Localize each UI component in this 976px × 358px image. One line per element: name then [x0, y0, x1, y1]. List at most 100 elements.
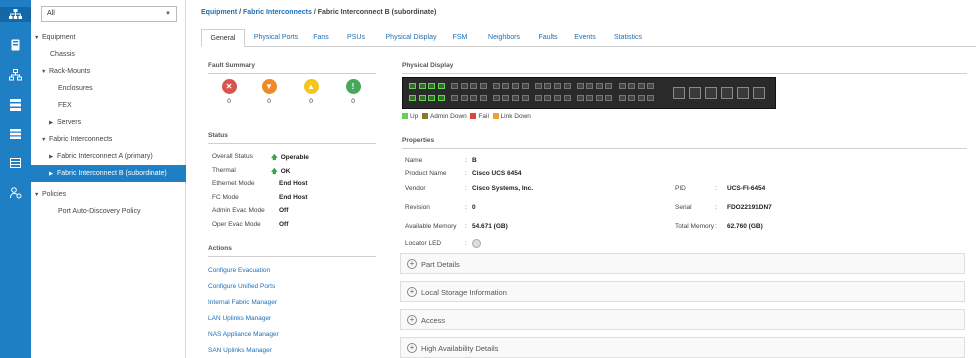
switch-port-up[interactable]	[437, 83, 445, 89]
tab-neighbors[interactable]: Neighbors	[485, 29, 523, 47]
tree-node-port-auto-discovery-policy[interactable]: Port Auto-Discovery Policy	[58, 203, 140, 220]
tree-node-enclosures[interactable]: Enclosures	[58, 80, 93, 97]
switch-uplink-port[interactable]	[753, 87, 765, 99]
tree-node-fabric-interconnects[interactable]: ▼ Fabric Interconnects	[41, 131, 112, 148]
switch-port[interactable]	[450, 95, 458, 101]
fault-major[interactable]: ▼ 0	[259, 79, 279, 105]
expand-arrow-icon[interactable]: ▼	[34, 187, 42, 204]
switch-port[interactable]	[553, 95, 561, 101]
switch-port[interactable]	[553, 83, 561, 89]
accordion-high-availability-details[interactable]: + High Availability Details	[400, 337, 965, 358]
storage-icon[interactable]	[8, 97, 23, 112]
nav-filter-select[interactable]: All ▼	[41, 6, 177, 22]
switch-port[interactable]	[576, 83, 584, 89]
expand-arrow-icon[interactable]: ▶	[49, 149, 57, 166]
expand-arrow-icon[interactable]: ▼	[41, 64, 49, 81]
switch-port[interactable]	[450, 83, 458, 89]
switch-port[interactable]	[618, 95, 626, 101]
switch-uplink-port[interactable]	[705, 87, 717, 99]
tree-node-equipment[interactable]: ▼ Equipment	[34, 29, 75, 46]
switch-port[interactable]	[647, 95, 655, 101]
switch-port[interactable]	[470, 83, 478, 89]
breadcrumb-fabric-interconnects[interactable]: Fabric Interconnects	[243, 9, 312, 16]
switch-port[interactable]	[479, 95, 487, 101]
table-icon[interactable]	[8, 155, 23, 170]
action-configure-evacuation[interactable]: Configure Evacuation	[208, 267, 270, 274]
action-lan-uplinks-manager[interactable]: LAN Uplinks Manager	[208, 315, 271, 322]
switch-port[interactable]	[470, 95, 478, 101]
fault-minor[interactable]: ▲ 0	[301, 79, 321, 105]
switch-port[interactable]	[544, 95, 552, 101]
switch-port[interactable]	[460, 83, 468, 89]
switch-port[interactable]	[492, 83, 500, 89]
tab-fsm[interactable]: FSM	[450, 29, 470, 47]
switch-port[interactable]	[544, 83, 552, 89]
switch-port-up[interactable]	[418, 95, 426, 101]
tree-node-chassis[interactable]: Chassis	[50, 46, 75, 63]
switch-port[interactable]	[512, 83, 519, 89]
switch-port[interactable]	[628, 95, 636, 101]
switch-uplink-port[interactable]	[689, 87, 701, 99]
switch-uplink-port[interactable]	[673, 87, 685, 99]
expand-arrow-icon[interactable]: ▶	[49, 166, 57, 183]
switch-port[interactable]	[628, 83, 636, 89]
switch-port-up[interactable]	[409, 83, 416, 89]
switch-port-up[interactable]	[437, 95, 445, 101]
switch-port[interactable]	[637, 83, 645, 89]
tab-physical-display[interactable]: Physical Display	[384, 29, 438, 47]
switch-port[interactable]	[502, 83, 510, 89]
switch-port[interactable]	[563, 83, 571, 89]
expand-arrow-icon[interactable]: ▼	[41, 132, 49, 149]
topology-icon[interactable]	[8, 67, 23, 82]
breadcrumb-equipment[interactable]: Equipment	[201, 9, 237, 16]
switch-port[interactable]	[605, 83, 613, 89]
switch-port[interactable]	[586, 83, 594, 89]
tab-physical-ports[interactable]: Physical Ports	[252, 29, 300, 47]
tab-faults[interactable]: Faults	[536, 29, 560, 47]
network-icon[interactable]	[0, 7, 31, 22]
switch-port[interactable]	[460, 95, 468, 101]
switch-port[interactable]	[595, 95, 603, 101]
switch-port[interactable]	[492, 95, 500, 101]
switch-uplink-port[interactable]	[737, 87, 749, 99]
tree-node-servers[interactable]: ▶ Servers	[49, 114, 81, 131]
tree-node-policies[interactable]: ▼ Policies	[34, 186, 66, 203]
switch-port[interactable]	[637, 95, 645, 101]
fault-critical[interactable]: ✕ 0	[219, 79, 239, 105]
admin-icon[interactable]	[8, 185, 23, 200]
switch-port[interactable]	[563, 95, 571, 101]
tab-fans[interactable]: Fans	[310, 29, 332, 47]
switch-port-up[interactable]	[418, 83, 426, 89]
switch-port-up[interactable]	[428, 83, 436, 89]
tree-node-fabric-interconnect-b[interactable]: ▶ Fabric Interconnect B (subordinate)	[31, 165, 186, 182]
tree-node-fabric-interconnect-a[interactable]: ▶ Fabric Interconnect A (primary)	[49, 148, 153, 165]
switch-port[interactable]	[595, 83, 603, 89]
expand-arrow-icon[interactable]: ▼	[34, 30, 42, 47]
list-icon[interactable]	[8, 126, 23, 141]
switch-port-up[interactable]	[428, 95, 436, 101]
action-san-uplinks-manager[interactable]: SAN Uplinks Manager	[208, 347, 272, 354]
switch-port[interactable]	[647, 83, 655, 89]
switch-port[interactable]	[534, 95, 542, 101]
action-internal-fabric-manager[interactable]: Internal Fabric Manager	[208, 299, 277, 306]
accordion-part-details[interactable]: + Part Details	[400, 253, 965, 274]
switch-port[interactable]	[605, 95, 613, 101]
switch-port[interactable]	[618, 83, 626, 89]
accordion-access[interactable]: + Access	[400, 309, 965, 330]
switch-port[interactable]	[479, 83, 487, 89]
fault-warning[interactable]: ! 0	[343, 79, 363, 105]
switch-port[interactable]	[534, 83, 542, 89]
locator-led-toggle[interactable]	[472, 239, 481, 248]
action-nas-appliance-manager[interactable]: NAS Appliance Manager	[208, 331, 279, 338]
tab-general[interactable]: General	[201, 29, 245, 47]
tree-node-fex[interactable]: FEX	[58, 97, 72, 114]
action-configure-unified-ports[interactable]: Configure Unified Ports	[208, 283, 275, 290]
switch-port[interactable]	[502, 95, 510, 101]
tab-events[interactable]: Events	[572, 29, 598, 47]
accordion-local-storage-information[interactable]: + Local Storage Information	[400, 281, 965, 302]
switch-port[interactable]	[512, 95, 519, 101]
server-icon[interactable]	[8, 37, 23, 52]
switch-port-up[interactable]	[409, 95, 416, 101]
switch-port[interactable]	[521, 83, 529, 89]
tab-psus[interactable]: PSUs	[344, 29, 368, 47]
